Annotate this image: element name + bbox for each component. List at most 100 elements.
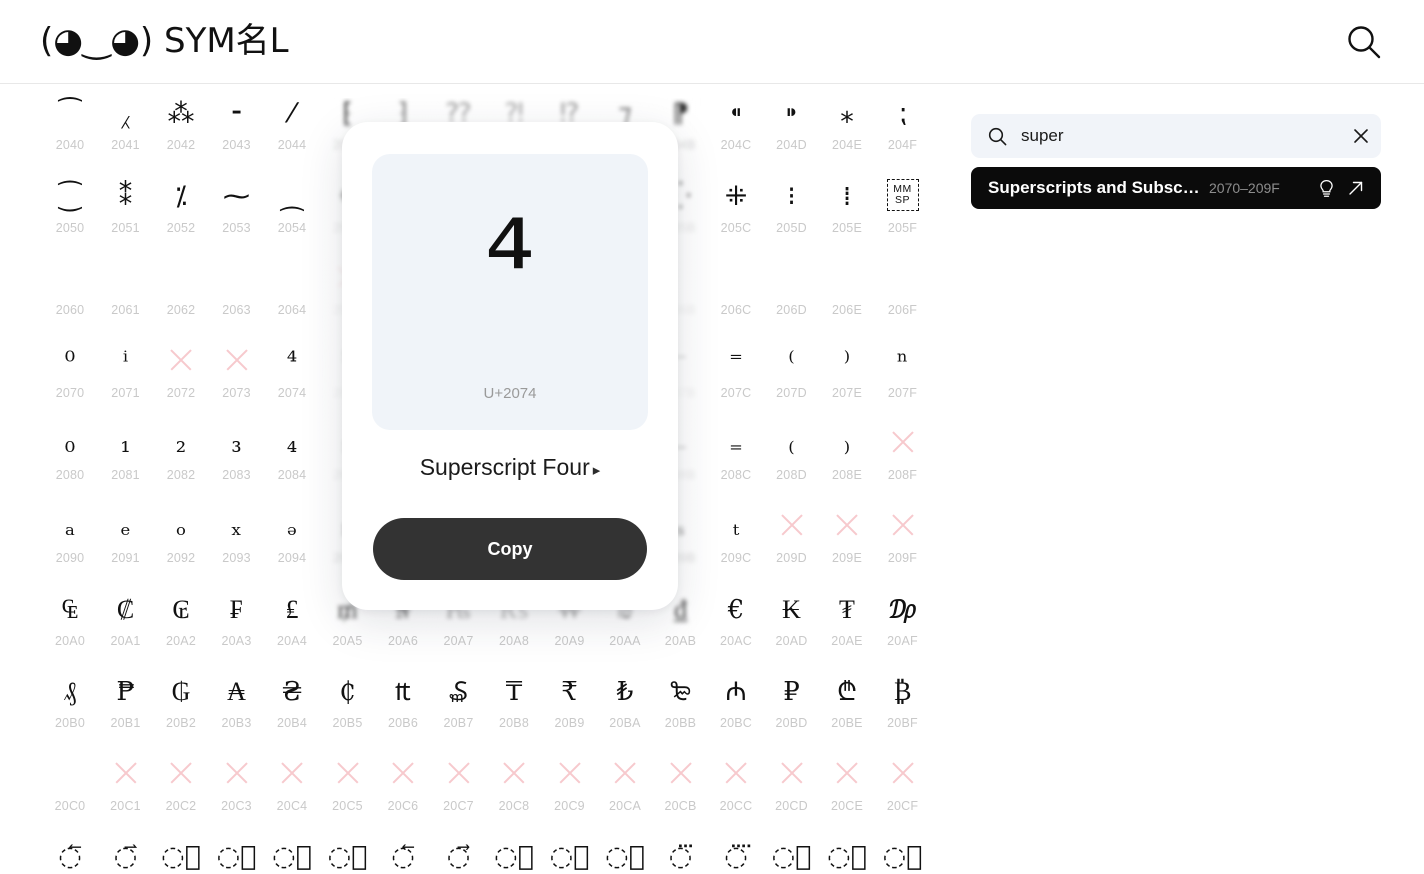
- character-cell[interactable]: 20CF: [875, 753, 931, 831]
- character-cell[interactable]: ⁼ 207C: [708, 340, 764, 418]
- character-cell[interactable]: ⁰ 2070: [42, 340, 98, 418]
- character-cell[interactable]: 20CB: [653, 753, 709, 831]
- character-cell[interactable]: 2062: [153, 257, 209, 335]
- character-cell[interactable]: ₌ 208C: [708, 422, 764, 500]
- character-cell[interactable]: ◌⃐20D0: [42, 835, 98, 874]
- character-cell[interactable]: ⁁ 2041: [98, 92, 154, 170]
- character-cell[interactable]: ₷ 20B7: [431, 670, 487, 748]
- character-cell[interactable]: ⁃ 2043: [209, 92, 265, 170]
- character-cell[interactable]: ₸ 20B8: [486, 670, 542, 748]
- character-cell[interactable]: ⁍ 204D: [764, 92, 820, 170]
- character-cell[interactable]: 20C1: [98, 753, 154, 831]
- character-cell[interactable]: ⁎ 204E: [819, 92, 875, 170]
- character-cell[interactable]: ⁱ 2071: [98, 340, 154, 418]
- character-cell[interactable]: 2073: [209, 340, 265, 418]
- character-cell[interactable]: ◌⃚20DA: [597, 835, 653, 874]
- search-box[interactable]: super: [971, 114, 1381, 158]
- character-cell[interactable]: ₻ 20BB: [653, 670, 709, 748]
- character-cell[interactable]: ⁀ 2040: [42, 92, 98, 170]
- character-cell[interactable]: ₔ 2094: [264, 505, 320, 583]
- character-cell[interactable]: 209D: [764, 505, 820, 583]
- character-cell[interactable]: ◌⃜20DC: [708, 835, 764, 874]
- character-cell[interactable]: ⁴ 2074: [264, 340, 320, 418]
- character-cell[interactable]: ₭ 20AD: [764, 588, 820, 666]
- character-cell[interactable]: 209E: [819, 505, 875, 583]
- character-cell[interactable]: ₲ 20B2: [153, 670, 209, 748]
- character-cell[interactable]: ₮ 20AE: [819, 588, 875, 666]
- character-cell[interactable]: ◌⃕20D5: [320, 835, 376, 874]
- lightbulb-icon[interactable]: [1318, 179, 1335, 198]
- character-cell[interactable]: 20C0: [42, 753, 98, 831]
- character-cell[interactable]: 20CD: [764, 753, 820, 831]
- character-cell[interactable]: ◌⃞20DE: [819, 835, 875, 874]
- character-cell[interactable]: ◌⃖20D6: [375, 835, 431, 874]
- character-cell[interactable]: ⁾ 207E: [819, 340, 875, 418]
- character-cell[interactable]: 20C6: [375, 753, 431, 831]
- character-cell[interactable]: ◌⃑20D1: [98, 835, 154, 874]
- character-cell[interactable]: ₎ 208E: [819, 422, 875, 500]
- character-cell[interactable]: ◌⃛20DB: [653, 835, 709, 874]
- character-cell[interactable]: ₽20BD: [764, 670, 820, 748]
- character-cell[interactable]: ₶ 20B6: [375, 670, 431, 748]
- character-cell[interactable]: ₤ 20A4: [264, 588, 320, 666]
- character-cell[interactable]: 206E: [819, 257, 875, 335]
- arrow-up-right-icon[interactable]: [1347, 179, 1365, 197]
- character-cell[interactable]: €20AC: [708, 588, 764, 666]
- character-cell[interactable]: ◌⃔20D4: [264, 835, 320, 874]
- character-cell[interactable]: ⁜ 205C: [708, 175, 764, 253]
- character-cell[interactable]: ₣ 20A3: [209, 588, 265, 666]
- character-cell[interactable]: 20C2: [153, 753, 209, 831]
- character-cell[interactable]: ◌⃘20D8: [486, 835, 542, 874]
- character-cell[interactable]: ₰ 20B0: [42, 670, 98, 748]
- character-cell[interactable]: ⁒ 2052: [153, 175, 209, 253]
- character-cell[interactable]: 206C: [708, 257, 764, 335]
- character-cell[interactable]: ₳ 20B3: [209, 670, 265, 748]
- character-cell[interactable]: 20C9: [542, 753, 598, 831]
- character-cell[interactable]: ₂ 2082: [153, 422, 209, 500]
- character-cell[interactable]: 20CC: [708, 753, 764, 831]
- character-cell[interactable]: ⁿ 207F: [875, 340, 931, 418]
- character-cell[interactable]: 20C3: [209, 753, 265, 831]
- character-cell[interactable]: ⁐ 2050: [42, 175, 98, 253]
- character-cell[interactable]: 20C5: [320, 753, 376, 831]
- character-cell[interactable]: ◌⃙20D9: [542, 835, 598, 874]
- header-search-button[interactable]: [1336, 14, 1392, 70]
- character-cell[interactable]: 2063: [209, 257, 265, 335]
- character-cell[interactable]: ⁑ 2051: [98, 175, 154, 253]
- character-cell[interactable]: 2060: [42, 257, 98, 335]
- character-cell[interactable]: ◌⃝20DD: [764, 835, 820, 874]
- character-cell[interactable]: ₐ 2090: [42, 505, 98, 583]
- character-cell[interactable]: ₒ 2092: [153, 505, 209, 583]
- character-cell[interactable]: 2061: [98, 257, 154, 335]
- character-cell[interactable]: 20C8: [486, 753, 542, 831]
- character-cell[interactable]: 20CA: [597, 753, 653, 831]
- clear-search-button[interactable]: [1341, 114, 1381, 158]
- character-cell[interactable]: ₀ 2080: [42, 422, 98, 500]
- character-cell[interactable]: ◌⃗20D7: [431, 835, 487, 874]
- character-cell[interactable]: ₄ 2084: [264, 422, 320, 500]
- character-cell[interactable]: ₢ 20A2: [153, 588, 209, 666]
- character-cell[interactable]: ₡ 20A1: [98, 588, 154, 666]
- character-name-link[interactable]: Superscript Four ▸: [342, 454, 678, 481]
- search-result-row[interactable]: Superscripts and Subscri... 2070–209F: [971, 167, 1381, 209]
- character-cell[interactable]: ₓ 2093: [209, 505, 265, 583]
- character-cell[interactable]: ₼ 20BC: [708, 670, 764, 748]
- character-cell[interactable]: ⁔ 2054: [264, 175, 320, 253]
- character-cell[interactable]: ⁝ 205D: [764, 175, 820, 253]
- character-cell[interactable]: MM SP 205F: [875, 175, 931, 253]
- character-cell[interactable]: 206F: [875, 257, 931, 335]
- character-cell[interactable]: ₜ 209C: [708, 505, 764, 583]
- character-cell[interactable]: ⁌ 204C: [708, 92, 764, 170]
- character-cell[interactable]: ₁ 2081: [98, 422, 154, 500]
- character-cell[interactable]: ◌⃒20D2: [153, 835, 209, 874]
- character-cell[interactable]: ⁽ 207D: [764, 340, 820, 418]
- character-cell[interactable]: ⁓ 2053: [209, 175, 265, 253]
- character-cell[interactable]: ⁂ 2042: [153, 92, 209, 170]
- character-cell[interactable]: ⁞ 205E: [819, 175, 875, 253]
- character-cell[interactable]: ⁏ 204F: [875, 92, 931, 170]
- character-cell[interactable]: ₱ 20B1: [98, 670, 154, 748]
- character-cell[interactable]: ₍ 208D: [764, 422, 820, 500]
- character-cell[interactable]: 20C7: [431, 753, 487, 831]
- character-cell[interactable]: 209F: [875, 505, 931, 583]
- character-cell[interactable]: ₠ 20A0: [42, 588, 98, 666]
